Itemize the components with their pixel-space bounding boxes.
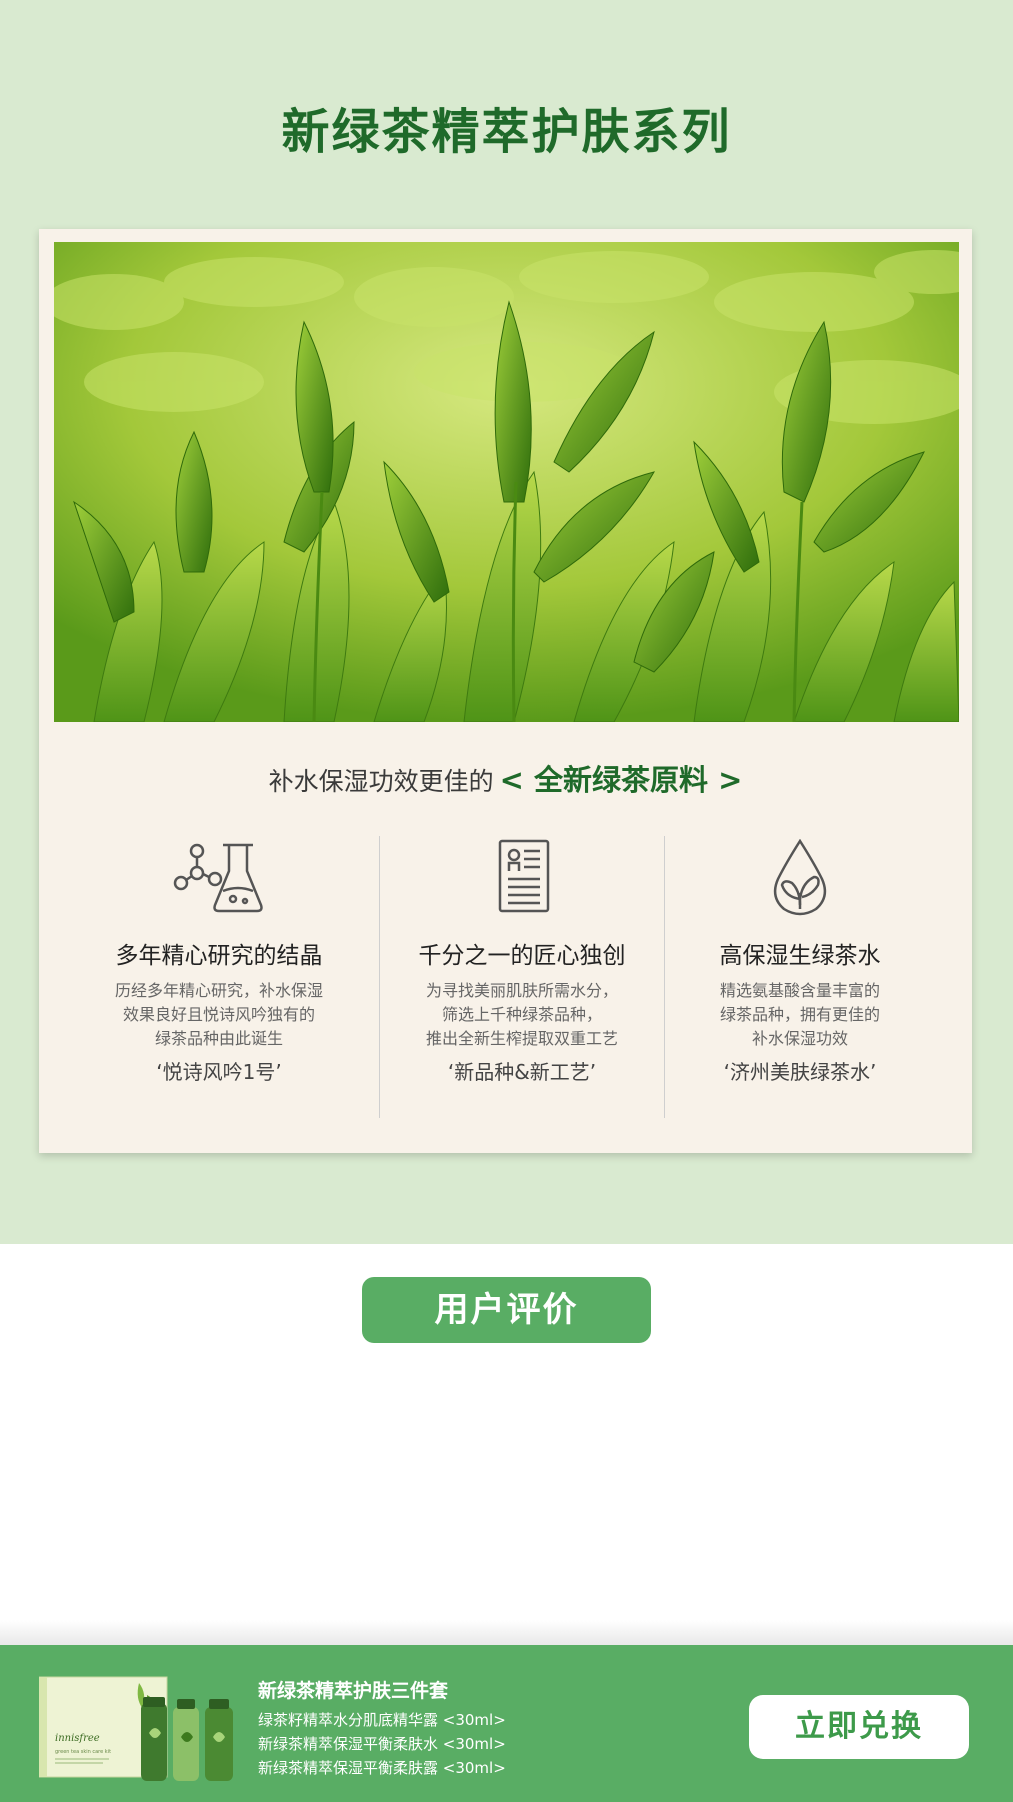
feature-title: 多年精心研究的结晶 [115, 943, 323, 969]
feature-desc-line: 精选氨基酸含量丰富的 [719, 981, 880, 1000]
feature-title: 千分之一的匠心独创 [418, 943, 626, 969]
feature-desc-line: 历经多年精心研究，补水保湿 [114, 981, 323, 1000]
feature-quote: ‘新品种&新工艺’ [447, 1060, 597, 1084]
feature-desc-line: 补水保湿功效 [751, 1029, 848, 1048]
redeem-button[interactable]: 立即兑换 [749, 1695, 969, 1759]
feature-selection: 千分之一的匠心独创 为寻找美丽肌肤所需水分， 筛选上千种绿茶品种， 推出全新生榨… [380, 836, 664, 1118]
tagline: 补水保湿功效更佳的 < 全新绿茶原料 > [39, 757, 972, 799]
feature-description: 为寻找美丽肌肤所需水分， 筛选上千种绿茶品种， 推出全新生榨提取双重工艺 [380, 979, 664, 1051]
feature-description: 精选氨基酸含量丰富的 绿茶品种，拥有更佳的 补水保湿功效 [665, 979, 935, 1051]
water-drop-leaf-icon [752, 838, 848, 919]
feature-desc-line: 为寻找美丽肌肤所需水分， [425, 981, 618, 1000]
feature-research: 多年精心研究的结晶 历经多年精心研究，补水保湿 效果良好且悦诗风吟独有的 绿茶品… [72, 836, 366, 1118]
feature-description: 历经多年精心研究，补水保湿 效果良好且悦诗风吟独有的 绿茶品种由此诞生 [72, 979, 366, 1051]
feature-desc-line: 绿茶品种由此诞生 [154, 1029, 283, 1048]
feature-card: 补水保湿功效更佳的 < 全新绿茶原料 > 多年精心研究的结晶 历经多年精心研究，补… [39, 229, 972, 1153]
bottom-bar-shadow [0, 1620, 1013, 1645]
tagline-text: 补水保湿功效更佳的 [268, 767, 494, 796]
tagline-highlight: < 全新绿茶原料 > [499, 763, 743, 797]
product-item-list: 绿茶籽精萃水分肌底精华露 <30ml> 新绿茶精萃保湿平衡柔肤水 <30ml> … [258, 1708, 506, 1780]
feature-title: 高保湿生绿茶水 [719, 943, 881, 969]
feature-list: 多年精心研究的结晶 历经多年精心研究，补水保湿 效果良好且悦诗风吟独有的 绿茶品… [39, 836, 972, 1118]
series-title: 新绿茶精萃护肤系列 [281, 104, 732, 160]
product-item: 绿茶籽精萃水分肌底精华露 <30ml> [258, 1711, 506, 1729]
feature-desc-line: 效果良好且悦诗风吟独有的 [122, 1005, 315, 1024]
user-reviews-button[interactable]: 用户评价 [362, 1277, 651, 1343]
feature-desc-line: 绿茶品种，拥有更佳的 [719, 1005, 880, 1024]
product-item: 新绿茶精萃保湿平衡柔肤露 <30ml> [258, 1759, 506, 1777]
top-section: 新绿茶精萃护肤系列 补水保湿功效更佳的 < 全新绿茶原料 > 多年精心研究的结晶… [0, 0, 1013, 1244]
feature-desc-line: 筛选上千种绿茶品种， [441, 1005, 602, 1024]
product-name: 新绿茶精萃护肤三件套 [258, 1680, 449, 1702]
feature-hydration: 高保湿生绿茶水 精选氨基酸含量丰富的 绿茶品种，拥有更佳的 补水保湿功效 ‘济州… [665, 836, 935, 1118]
product-bar: innisfree green tea skin care kit 新绿茶精萃护… [0, 1645, 1013, 1802]
product-box-subtitle: green tea skin care kit [55, 1749, 111, 1755]
feature-quote: ‘悦诗风吟1号’ [156, 1060, 282, 1084]
product-kit-image: innisfree green tea skin care kit [38, 1673, 236, 1781]
document-icon [474, 839, 570, 919]
feature-quote: ‘济州美肤绿茶水’ [723, 1060, 877, 1084]
product-box-brand: innisfree [55, 1733, 100, 1744]
lab-flask-icon [171, 839, 267, 919]
product-item: 新绿茶精萃保湿平衡柔肤水 <30ml> [258, 1735, 506, 1753]
tea-field-image [54, 242, 959, 722]
feature-desc-line: 推出全新生榨提取双重工艺 [425, 1029, 618, 1048]
